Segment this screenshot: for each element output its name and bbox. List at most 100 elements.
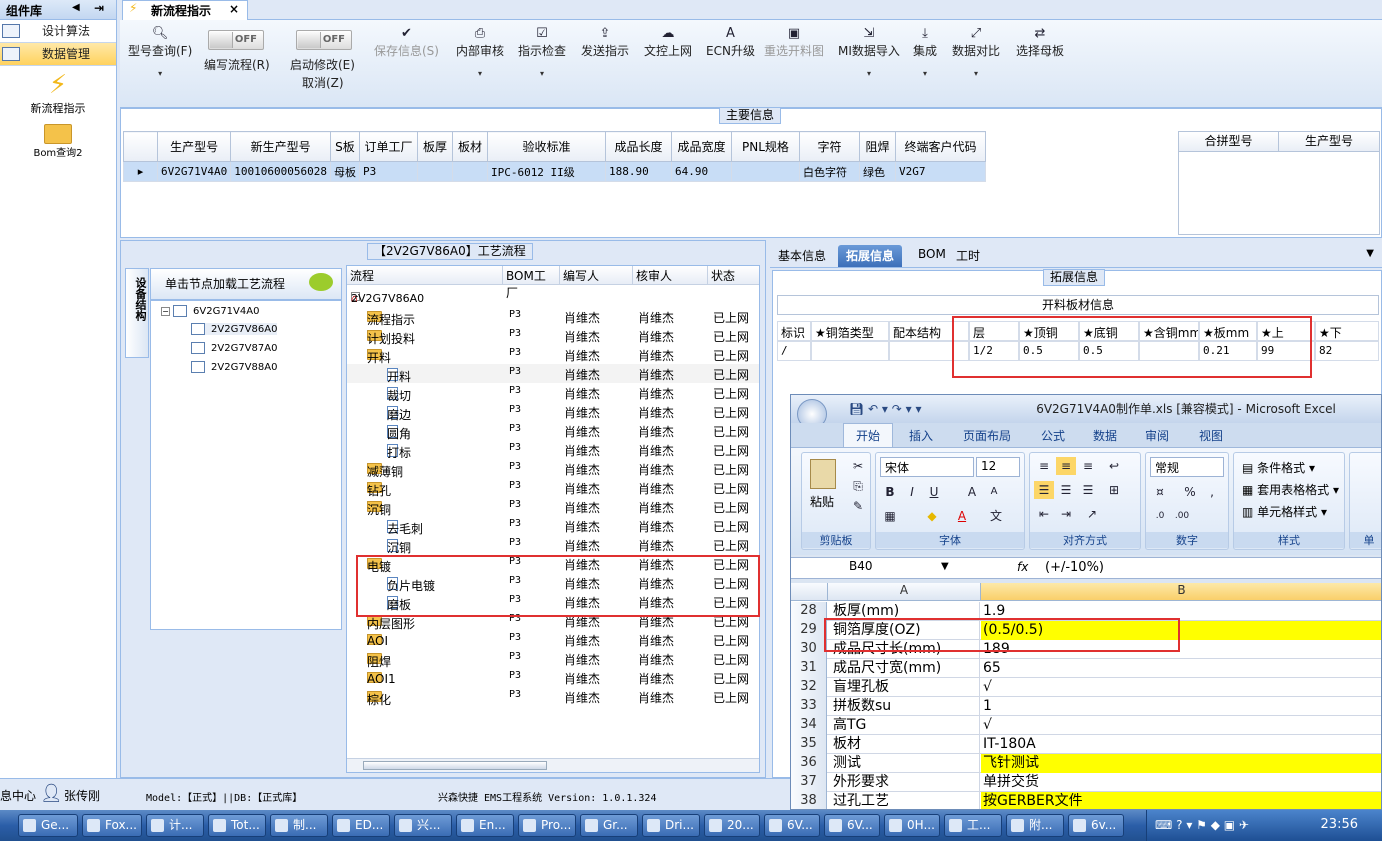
flow-row[interactable]: 圆角 P3 肖维杰 肖维杰 已上网 <box>347 421 759 441</box>
model-query-button[interactable]: 🔍︎ 型号查询(F) ▾ <box>128 26 192 78</box>
grow-font-icon[interactable]: A <box>962 483 982 501</box>
column-header[interactable]: 终端客户代码 <box>894 131 986 162</box>
row-number[interactable]: 30 <box>791 640 827 659</box>
ribbon-tab-view[interactable]: 视图 <box>1199 427 1223 444</box>
underline-icon[interactable]: U <box>924 483 944 501</box>
bold-icon[interactable]: B <box>880 483 900 501</box>
column-header-b[interactable]: B <box>981 583 1381 601</box>
currency-icon[interactable]: ¤ <box>1150 483 1170 501</box>
cell-a[interactable]: 板材 <box>828 735 980 754</box>
paste-icon[interactable] <box>810 459 836 489</box>
tree-root-node[interactable]: − 6V2G71V4A0 <box>161 305 259 317</box>
column-header[interactable]: S板 <box>329 131 360 162</box>
table-cell[interactable]: 10010600056028 <box>230 161 331 182</box>
horizontal-scrollbar[interactable] <box>347 758 759 772</box>
cell-b[interactable]: 按GERBER文件 <box>981 792 1381 809</box>
border-icon[interactable]: ▦ <box>880 507 900 525</box>
copy-icon[interactable]: ⎘ <box>848 477 868 495</box>
send-instruction-button[interactable]: ⇪ 发送指示 <box>581 26 629 59</box>
cell-a[interactable]: 测试 <box>828 754 980 773</box>
select-mother-board-button[interactable]: ⇄ 选择母板 <box>1016 26 1064 59</box>
tab-new-flow-instruction[interactable]: ⚡ 新流程指示 × <box>122 0 248 20</box>
font-size-combo[interactable]: 12 <box>976 457 1020 477</box>
paste-label[interactable]: 粘贴 <box>810 493 834 510</box>
table-cell[interactable]: P3 <box>358 161 418 182</box>
flow-row[interactable]: +阻焊P3肖维杰肖维杰已上网 <box>347 649 759 669</box>
table-cell[interactable] <box>451 161 488 182</box>
column-header[interactable]: 板材 <box>451 131 488 162</box>
row-number[interactable]: 33 <box>791 697 827 716</box>
flow-row[interactable]: +计划投料P3肖维杰肖维杰已上网 <box>347 326 759 346</box>
row-number[interactable]: 29 <box>791 621 827 640</box>
column-header[interactable]: ★下 <box>1315 321 1379 341</box>
taskbar-item[interactable]: Dri... <box>642 814 700 837</box>
flow-row[interactable]: 沉铜 P3 肖维杰 肖维杰 已上网 <box>347 535 759 555</box>
decrease-indent-icon[interactable]: ⇤ <box>1034 505 1054 523</box>
mi-import-button[interactable]: ⇲ MI数据导入 ▾ <box>838 26 900 78</box>
taskbar-item[interactable]: 兴... <box>394 814 452 837</box>
number-format-combo[interactable]: 常规 <box>1150 457 1224 477</box>
merge-icon[interactable]: ⊞ <box>1104 481 1124 499</box>
table-cell[interactable] <box>416 161 453 182</box>
format-painter-icon[interactable]: ✎ <box>848 497 868 515</box>
row-number[interactable]: 37 <box>791 773 827 792</box>
taskbar-item[interactable]: 附... <box>1006 814 1064 837</box>
orientation-icon[interactable]: ↗ <box>1082 505 1102 523</box>
taskbar-item[interactable]: 制... <box>270 814 328 837</box>
table-cell[interactable]: 白色字符 <box>798 161 860 182</box>
column-header[interactable]: 新生产型号 <box>230 131 331 162</box>
flow-row[interactable]: +流程指示P3肖维杰肖维杰已上网 <box>347 307 759 327</box>
table-cell[interactable]: IPC-6012 II级 <box>486 161 606 182</box>
formula-input[interactable]: (+/-10%) <box>1045 560 1104 575</box>
file-upload-button[interactable]: ☁ 文控上网 <box>644 26 692 59</box>
flow-row[interactable]: 裁切 P3 肖维杰 肖维杰 已上网 <box>347 383 759 403</box>
tree-child-node[interactable]: 2V2G7V88A0 <box>191 361 277 373</box>
left-item-design-algorithm[interactable]: 设计算法 <box>0 20 116 43</box>
name-box[interactable]: B40 <box>799 558 951 578</box>
function-icon[interactable]: fx <box>1017 560 1028 574</box>
align-middle-icon[interactable]: ≡ <box>1056 457 1076 475</box>
shrink-font-icon[interactable]: A <box>984 483 1004 501</box>
integrate-button[interactable]: ⤓ 集成 ▾ <box>913 26 937 78</box>
conditional-format-button[interactable]: ▤ 条件格式 ▾ <box>1242 459 1315 476</box>
left-item-data-management[interactable]: 数据管理 <box>0 43 116 66</box>
cell-b[interactable]: √ <box>981 678 1381 697</box>
column-header[interactable]: 阻焊 <box>858 131 896 162</box>
table-cell[interactable]: 母板 <box>329 161 360 182</box>
align-left-icon[interactable]: ☰ <box>1034 481 1054 499</box>
italic-icon[interactable]: I <box>902 483 922 501</box>
tab-basic-info[interactable]: 基本信息 <box>770 245 834 267</box>
taskbar-item[interactable]: Gr... <box>580 814 638 837</box>
table-row[interactable]: ▸ 6V2G71V4A0 10010600056028 母板 P3 IPC-6012 I… <box>123 161 986 182</box>
flow-row[interactable]: +棕化P3肖维杰肖维杰已上网 <box>347 687 759 707</box>
tray-icons[interactable]: ⌨ ? ▾ ⚑ ◆ ▣ ✈ <box>1155 818 1249 832</box>
flow-row[interactable]: +钻孔P3肖维杰肖维杰已上网 <box>347 478 759 498</box>
column-header[interactable]: 板厚 <box>416 131 453 162</box>
table-cell[interactable]: / <box>777 341 811 361</box>
row-number[interactable]: 31 <box>791 659 827 678</box>
row-number[interactable]: 32 <box>791 678 827 697</box>
row-number[interactable]: 28 <box>791 602 827 621</box>
taskbar-item[interactable]: 6V... <box>764 814 820 837</box>
start-modify-toggle[interactable]: OFF <box>296 30 352 50</box>
clock[interactable]: 23:56 <box>1321 817 1358 832</box>
phonetic-icon[interactable]: 文 <box>986 507 1006 525</box>
row-number[interactable]: 36 <box>791 754 827 773</box>
cell-a[interactable]: 高TG <box>828 716 980 735</box>
cell-b[interactable]: 单拼交货 <box>981 773 1381 792</box>
ribbon-tab-data[interactable]: 数据 <box>1093 427 1117 444</box>
taskbar-item[interactable]: 6V... <box>824 814 880 837</box>
cell-a[interactable]: 成品尺寸宽(mm) <box>828 659 980 678</box>
wrap-text-icon[interactable]: ↩ <box>1104 457 1124 475</box>
data-compare-button[interactable]: ⤢ 数据对比 ▾ <box>952 26 1000 78</box>
cut-icon[interactable]: ✂ <box>848 457 868 475</box>
align-bottom-icon[interactable]: ≡ <box>1078 457 1098 475</box>
message-center-label[interactable]: 息中心 <box>0 787 36 804</box>
comma-icon[interactable]: , <box>1202 483 1222 501</box>
flow-row[interactable]: +AOI1P3肖维杰肖维杰已上网 <box>347 668 759 687</box>
tab-work-hours[interactable]: 工时 <box>948 245 988 267</box>
taskbar-item[interactable]: 0H... <box>884 814 940 837</box>
taskbar-item[interactable]: Ge... <box>18 814 78 837</box>
row-number[interactable]: 35 <box>791 735 827 754</box>
collapse-left-icon[interactable]: ◀ <box>72 2 80 13</box>
